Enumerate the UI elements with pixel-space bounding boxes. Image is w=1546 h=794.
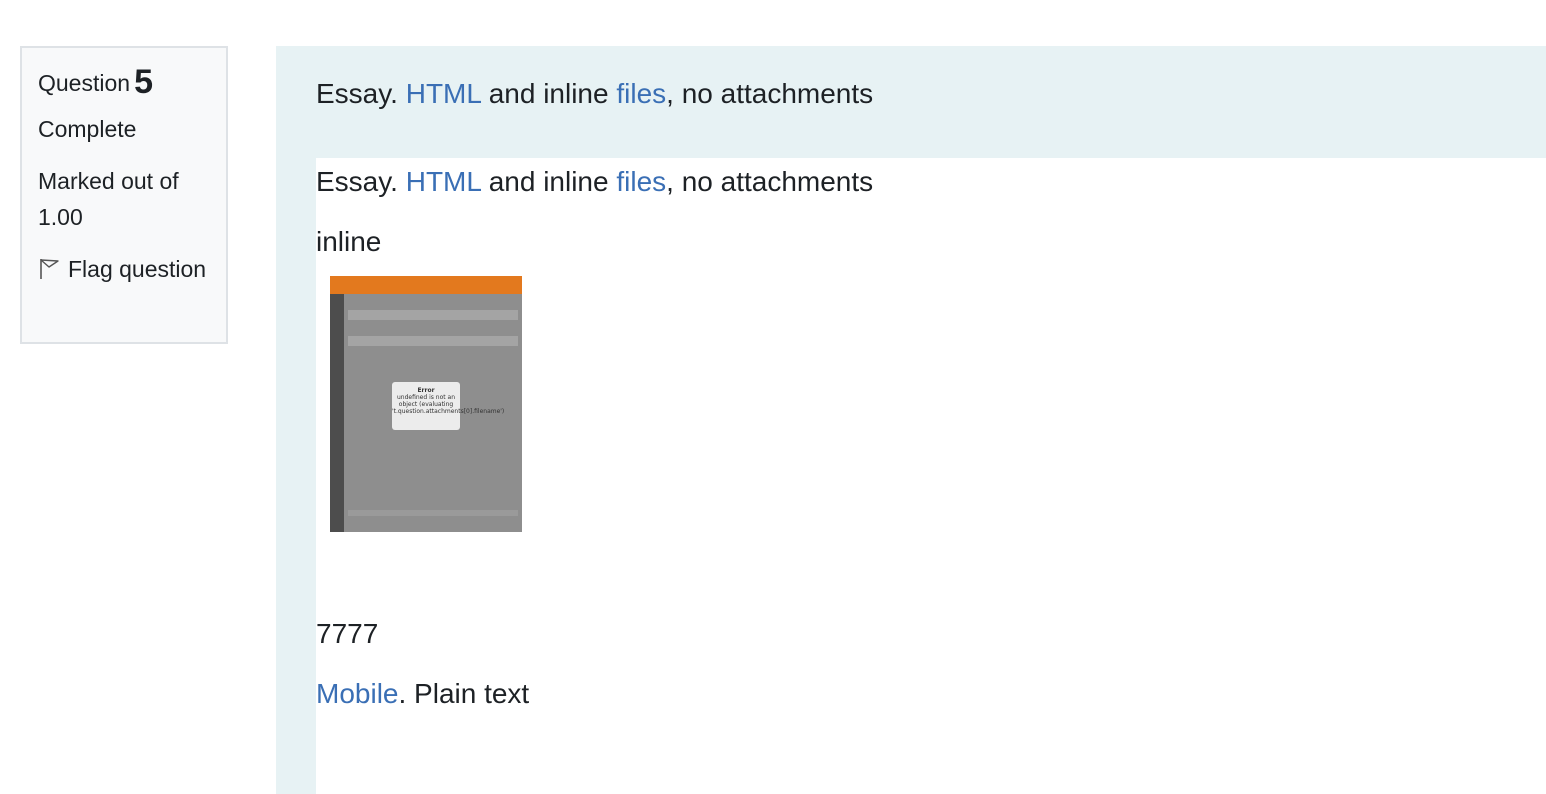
thumb-row	[348, 336, 518, 346]
response-files-link[interactable]: files	[616, 166, 666, 197]
response-heading: Essay. HTML and inline files, no attachm…	[316, 162, 873, 202]
question-number: Question 5	[38, 62, 210, 103]
response-html-link[interactable]: HTML	[406, 166, 481, 197]
thumb-dialog-text: undefined is not an object (evaluating '…	[392, 394, 505, 415]
response-heading-prefix: Essay.	[316, 166, 406, 197]
response-heading-middle: and inline	[480, 166, 617, 197]
question-grade: Marked out of 1.00	[38, 168, 179, 230]
question-text: Essay. HTML and inline files, no attachm…	[316, 74, 873, 114]
files-link[interactable]: files	[616, 78, 666, 109]
response-heading-suffix: , no attachments	[666, 166, 874, 197]
response-mobile-line: Mobile. Plain text	[316, 674, 529, 714]
thumb-toolbar	[348, 510, 518, 516]
response-area: Essay. HTML and inline files, no attachm…	[316, 158, 1546, 794]
mobile-suffix: . Plain text	[398, 678, 530, 709]
question-text-prefix: Essay.	[316, 78, 406, 109]
flag-icon	[38, 255, 62, 279]
embedded-screenshot-image: Error undefined is not an object (evalua…	[330, 276, 522, 532]
response-inline-text: inline	[316, 226, 382, 257]
question-label: Question	[38, 70, 131, 96]
response-number: 7777	[316, 618, 379, 649]
question-text-suffix: , no attachments	[666, 78, 874, 109]
page: Question 5 Complete Marked out of 1.00 Fl…	[0, 0, 1546, 794]
thumb-row	[348, 310, 518, 320]
question-number-value: 5	[134, 63, 153, 101]
flag-question-button[interactable]: Flag question	[38, 251, 210, 287]
thumb-sidebar	[330, 294, 344, 532]
thumb-dialog-title: Error	[417, 387, 435, 394]
question-content: Essay. HTML and inline files, no attachm…	[276, 46, 1546, 794]
thumb-topbar	[330, 276, 522, 294]
question-info-panel: Question 5 Complete Marked out of 1.00 Fl…	[20, 46, 228, 344]
question-text-middle: and inline	[480, 78, 617, 109]
mobile-link[interactable]: Mobile	[316, 678, 398, 709]
flag-question-label: Flag question	[68, 256, 207, 282]
html-link[interactable]: HTML	[406, 78, 481, 109]
thumb-error-dialog: Error undefined is not an object (evalua…	[392, 382, 505, 430]
question-state: Complete	[38, 116, 137, 142]
